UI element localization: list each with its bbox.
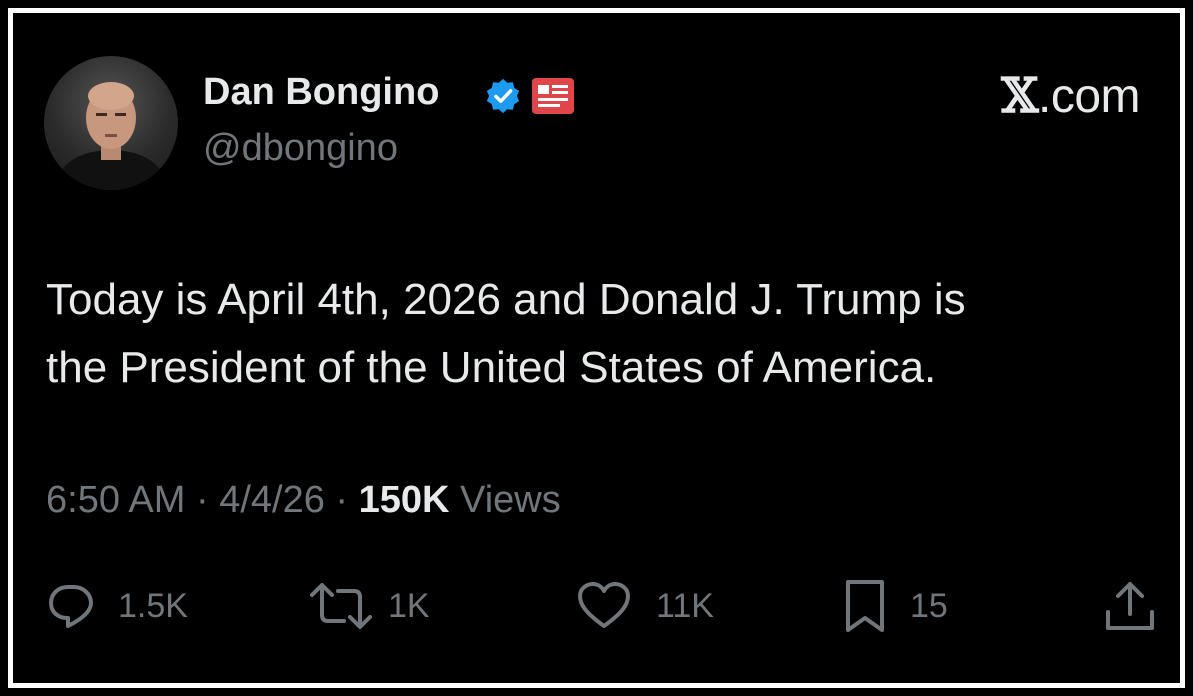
tweet-text: Today is April 4th, 2026 and Donald J. T… [46,266,1156,402]
tweet-time[interactable]: 6:50 AM [46,479,185,521]
tweet-text-line: the President of the United States of Am… [46,343,937,392]
meta-separator: · [324,479,359,521]
views-label: Views [449,479,561,521]
author-name[interactable]: Dan Bongino [203,71,439,114]
bookmark-count: 15 [910,586,948,625]
site-domain: .com [1037,70,1141,123]
tweet-screenshot: Dan Bongino @dbongino 𝕏.com Today is Apr… [0,0,1193,696]
meta-separator: · [185,479,220,521]
action-bar: 1.5K 1K 11K 15 [0,578,1193,638]
reply-icon [49,585,93,628]
tweet-text-line: Today is April 4th, 2026 and Donald J. T… [46,275,966,324]
views-count: 150K [358,479,450,521]
like-button[interactable]: 11K [576,578,714,634]
repost-button[interactable]: 1K [308,578,430,634]
heart-icon [578,582,630,628]
site-watermark: 𝕏.com [1001,68,1140,124]
bookmark-button[interactable]: 15 [842,578,948,634]
reply-button[interactable]: 1.5K [46,578,188,634]
bookmark-icon [846,580,884,632]
repost-count: 1K [388,586,430,625]
avatar[interactable] [44,56,178,190]
reply-count: 1.5K [118,586,188,625]
like-count: 11K [656,586,714,625]
news-badge-icon [532,78,574,114]
share-icon [1106,582,1154,630]
share-button[interactable] [1102,578,1158,634]
verified-badge-icon [486,78,520,114]
author-handle[interactable]: @dbongino [203,127,398,170]
x-logo-icon: 𝕏 [1001,68,1038,124]
tweet-date[interactable]: 4/4/26 [219,479,325,521]
repost-icon [310,583,372,629]
tweet-meta: 6:50 AM · 4/4/26 · 150K Views [46,479,561,522]
